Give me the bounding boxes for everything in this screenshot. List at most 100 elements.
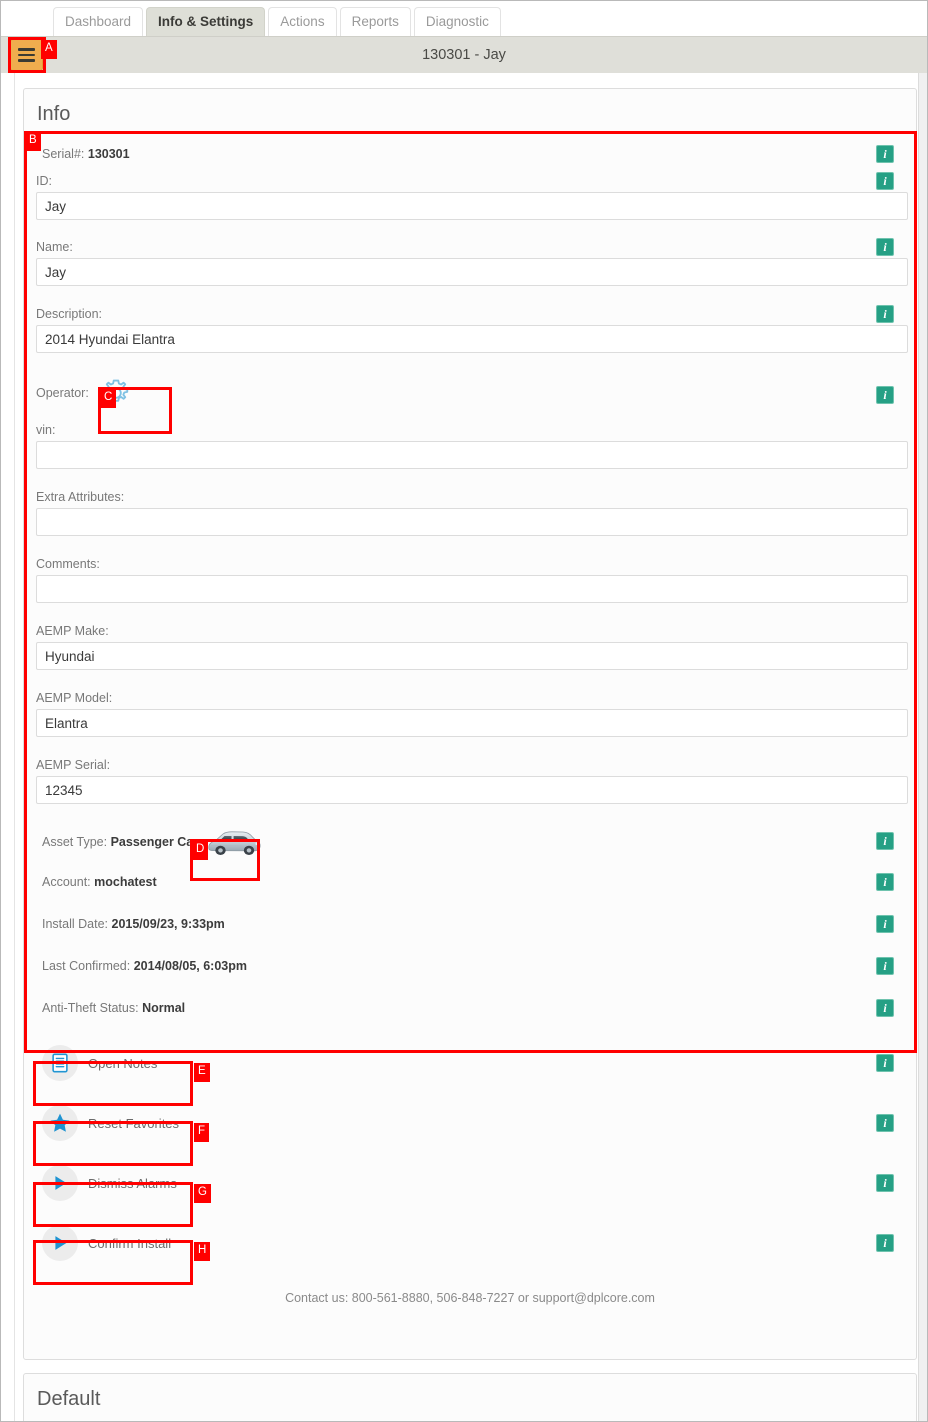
anti-theft-value: Normal: [142, 1001, 186, 1015]
app-window: Dashboard Info & Settings Actions Report…: [0, 0, 928, 1422]
operator-label: Operator:: [36, 386, 89, 400]
info-badge-serial[interactable]: i: [876, 145, 894, 163]
row-last-confirmed: Last Confirmed: 2014/08/05, 6:03pm i: [36, 946, 904, 988]
scrollbar-track[interactable]: [918, 73, 927, 1421]
info-badge-name[interactable]: i: [876, 238, 894, 256]
account-label: Account: mochatest: [42, 875, 157, 889]
dismiss-alarms-button[interactable]: Dismiss Alarms i: [36, 1161, 904, 1205]
open-notes-button[interactable]: Open Notes i: [36, 1041, 904, 1085]
hamburger-icon-line: [18, 48, 35, 51]
name-label: Name:: [36, 240, 73, 254]
hamburger-icon-line: [18, 59, 35, 62]
info-badge-anti-theft[interactable]: i: [876, 999, 894, 1017]
page-body: Info Serial#: 130301 i ID: i Name:: [1, 73, 927, 1421]
info-badge-id[interactable]: i: [876, 172, 894, 190]
title-bar: 130301 - Jay: [1, 37, 927, 73]
last-confirmed-value: 2014/08/05, 6:03pm: [133, 959, 247, 973]
row-serial: Serial#: 130301 i: [36, 138, 904, 172]
confirm-install-label: Confirm Install: [88, 1235, 172, 1251]
row-name: Name: i: [36, 238, 908, 305]
info-badge-open-notes[interactable]: i: [876, 1054, 894, 1072]
vin-label: vin:: [36, 423, 56, 437]
last-confirmed-label: Last Confirmed: 2014/08/05, 6:03pm: [42, 959, 247, 973]
comments-label: Comments:: [36, 557, 100, 571]
install-date-label: Install Date: 2015/09/23, 9:33pm: [42, 917, 225, 931]
tab-dashboard[interactable]: Dashboard: [53, 7, 144, 36]
row-anti-theft: Anti-Theft Status: Normal i: [36, 988, 904, 1028]
tab-actions[interactable]: Actions: [268, 7, 337, 36]
tab-label: Reports: [351, 14, 399, 30]
account-value: mochatest: [94, 875, 157, 889]
name-input[interactable]: [36, 258, 908, 286]
notes-icon: [42, 1045, 78, 1081]
tab-reports[interactable]: Reports: [339, 7, 411, 36]
tab-info-settings[interactable]: Info & Settings: [146, 7, 266, 36]
row-operator: Operator: i: [36, 372, 904, 421]
star-icon: [42, 1105, 78, 1141]
row-vin: vin:: [36, 421, 908, 488]
gear-icon[interactable]: [99, 376, 133, 410]
info-badge-account[interactable]: i: [876, 873, 894, 891]
comments-input[interactable]: [36, 575, 908, 603]
description-label: Description:: [36, 307, 102, 321]
aemp-model-label: AEMP Model:: [36, 691, 113, 705]
tab-bar: Dashboard Info & Settings Actions Report…: [1, 1, 927, 37]
default-panel-title: Default: [37, 1388, 101, 1410]
info-badge-install-date[interactable]: i: [876, 915, 894, 933]
row-aemp-make: AEMP Make:: [36, 622, 908, 689]
row-description: Description: i: [36, 305, 908, 372]
id-label: ID:: [36, 174, 52, 188]
info-badge-description[interactable]: i: [876, 305, 894, 323]
reset-favorites-label: Reset Favorites: [88, 1115, 180, 1131]
row-aemp-model: AEMP Model:: [36, 689, 908, 756]
serial-label: Serial#: 130301: [42, 147, 130, 161]
aemp-make-label: AEMP Make:: [36, 624, 109, 638]
tab-diagnostic[interactable]: Diagnostic: [413, 7, 501, 36]
aemp-make-input[interactable]: [36, 642, 908, 670]
row-asset-type: Asset Type: Passenger Car i: [36, 819, 904, 862]
aemp-serial-input[interactable]: [36, 776, 908, 804]
tab-label: Info & Settings: [158, 14, 254, 30]
aemp-serial-label: AEMP Serial:: [36, 758, 111, 772]
open-notes-label: Open Notes: [88, 1055, 158, 1071]
install-date-value: 2015/09/23, 9:33pm: [111, 917, 225, 931]
extra-attributes-input[interactable]: [36, 508, 908, 536]
contact-footer: Contact us: 800-561-8880, 506-848-7227 o…: [285, 1291, 655, 1305]
page-title: 130301 - Jay: [422, 47, 506, 63]
info-badge-confirm-install[interactable]: i: [876, 1234, 894, 1252]
extra-attributes-label: Extra Attributes:: [36, 490, 125, 504]
info-badge-last-confirmed[interactable]: i: [876, 957, 894, 975]
passenger-car-image: [205, 825, 263, 859]
hamburger-icon-line: [18, 53, 35, 57]
info-badge-asset-type[interactable]: i: [876, 832, 894, 850]
info-panel-title: Info: [37, 103, 71, 125]
serial-value: 130301: [87, 147, 130, 161]
aemp-model-input[interactable]: [36, 709, 908, 737]
row-aemp-serial: AEMP Serial:: [36, 756, 908, 819]
row-account: Account: mochatest i: [36, 862, 904, 904]
info-badge-dismiss-alarms[interactable]: i: [876, 1174, 894, 1192]
vin-input[interactable]: [36, 441, 908, 469]
row-comments: Comments:: [36, 555, 908, 622]
info-form: Serial#: 130301 i ID: i Name: i De: [24, 138, 916, 1305]
description-input[interactable]: [36, 325, 908, 353]
info-panel: Info Serial#: 130301 i ID: i Name:: [23, 88, 917, 1360]
confirm-install-button[interactable]: Confirm Install i: [36, 1221, 904, 1265]
row-extra-attributes: Extra Attributes:: [36, 488, 908, 555]
play-icon: [42, 1165, 78, 1201]
reset-favorites-button[interactable]: Reset Favorites i: [36, 1101, 904, 1145]
hamburger-menu-button[interactable]: [10, 39, 43, 71]
tab-label: Diagnostic: [425, 14, 489, 30]
row-id: ID: i: [36, 172, 908, 238]
asset-type-label: Asset Type: Passenger Car: [42, 835, 199, 849]
play-icon: [42, 1225, 78, 1261]
info-badge-operator[interactable]: i: [876, 386, 894, 404]
left-rail: [8, 73, 15, 1421]
row-install-date: Install Date: 2015/09/23, 9:33pm i: [36, 904, 904, 946]
anti-theft-label: Anti-Theft Status: Normal: [42, 1001, 186, 1015]
dismiss-alarms-label: Dismiss Alarms: [88, 1175, 177, 1191]
asset-type-value: Passenger Car: [110, 835, 199, 849]
tab-label: Dashboard: [65, 14, 132, 30]
id-input[interactable]: [36, 192, 908, 220]
info-badge-reset-favorites[interactable]: i: [876, 1114, 894, 1132]
